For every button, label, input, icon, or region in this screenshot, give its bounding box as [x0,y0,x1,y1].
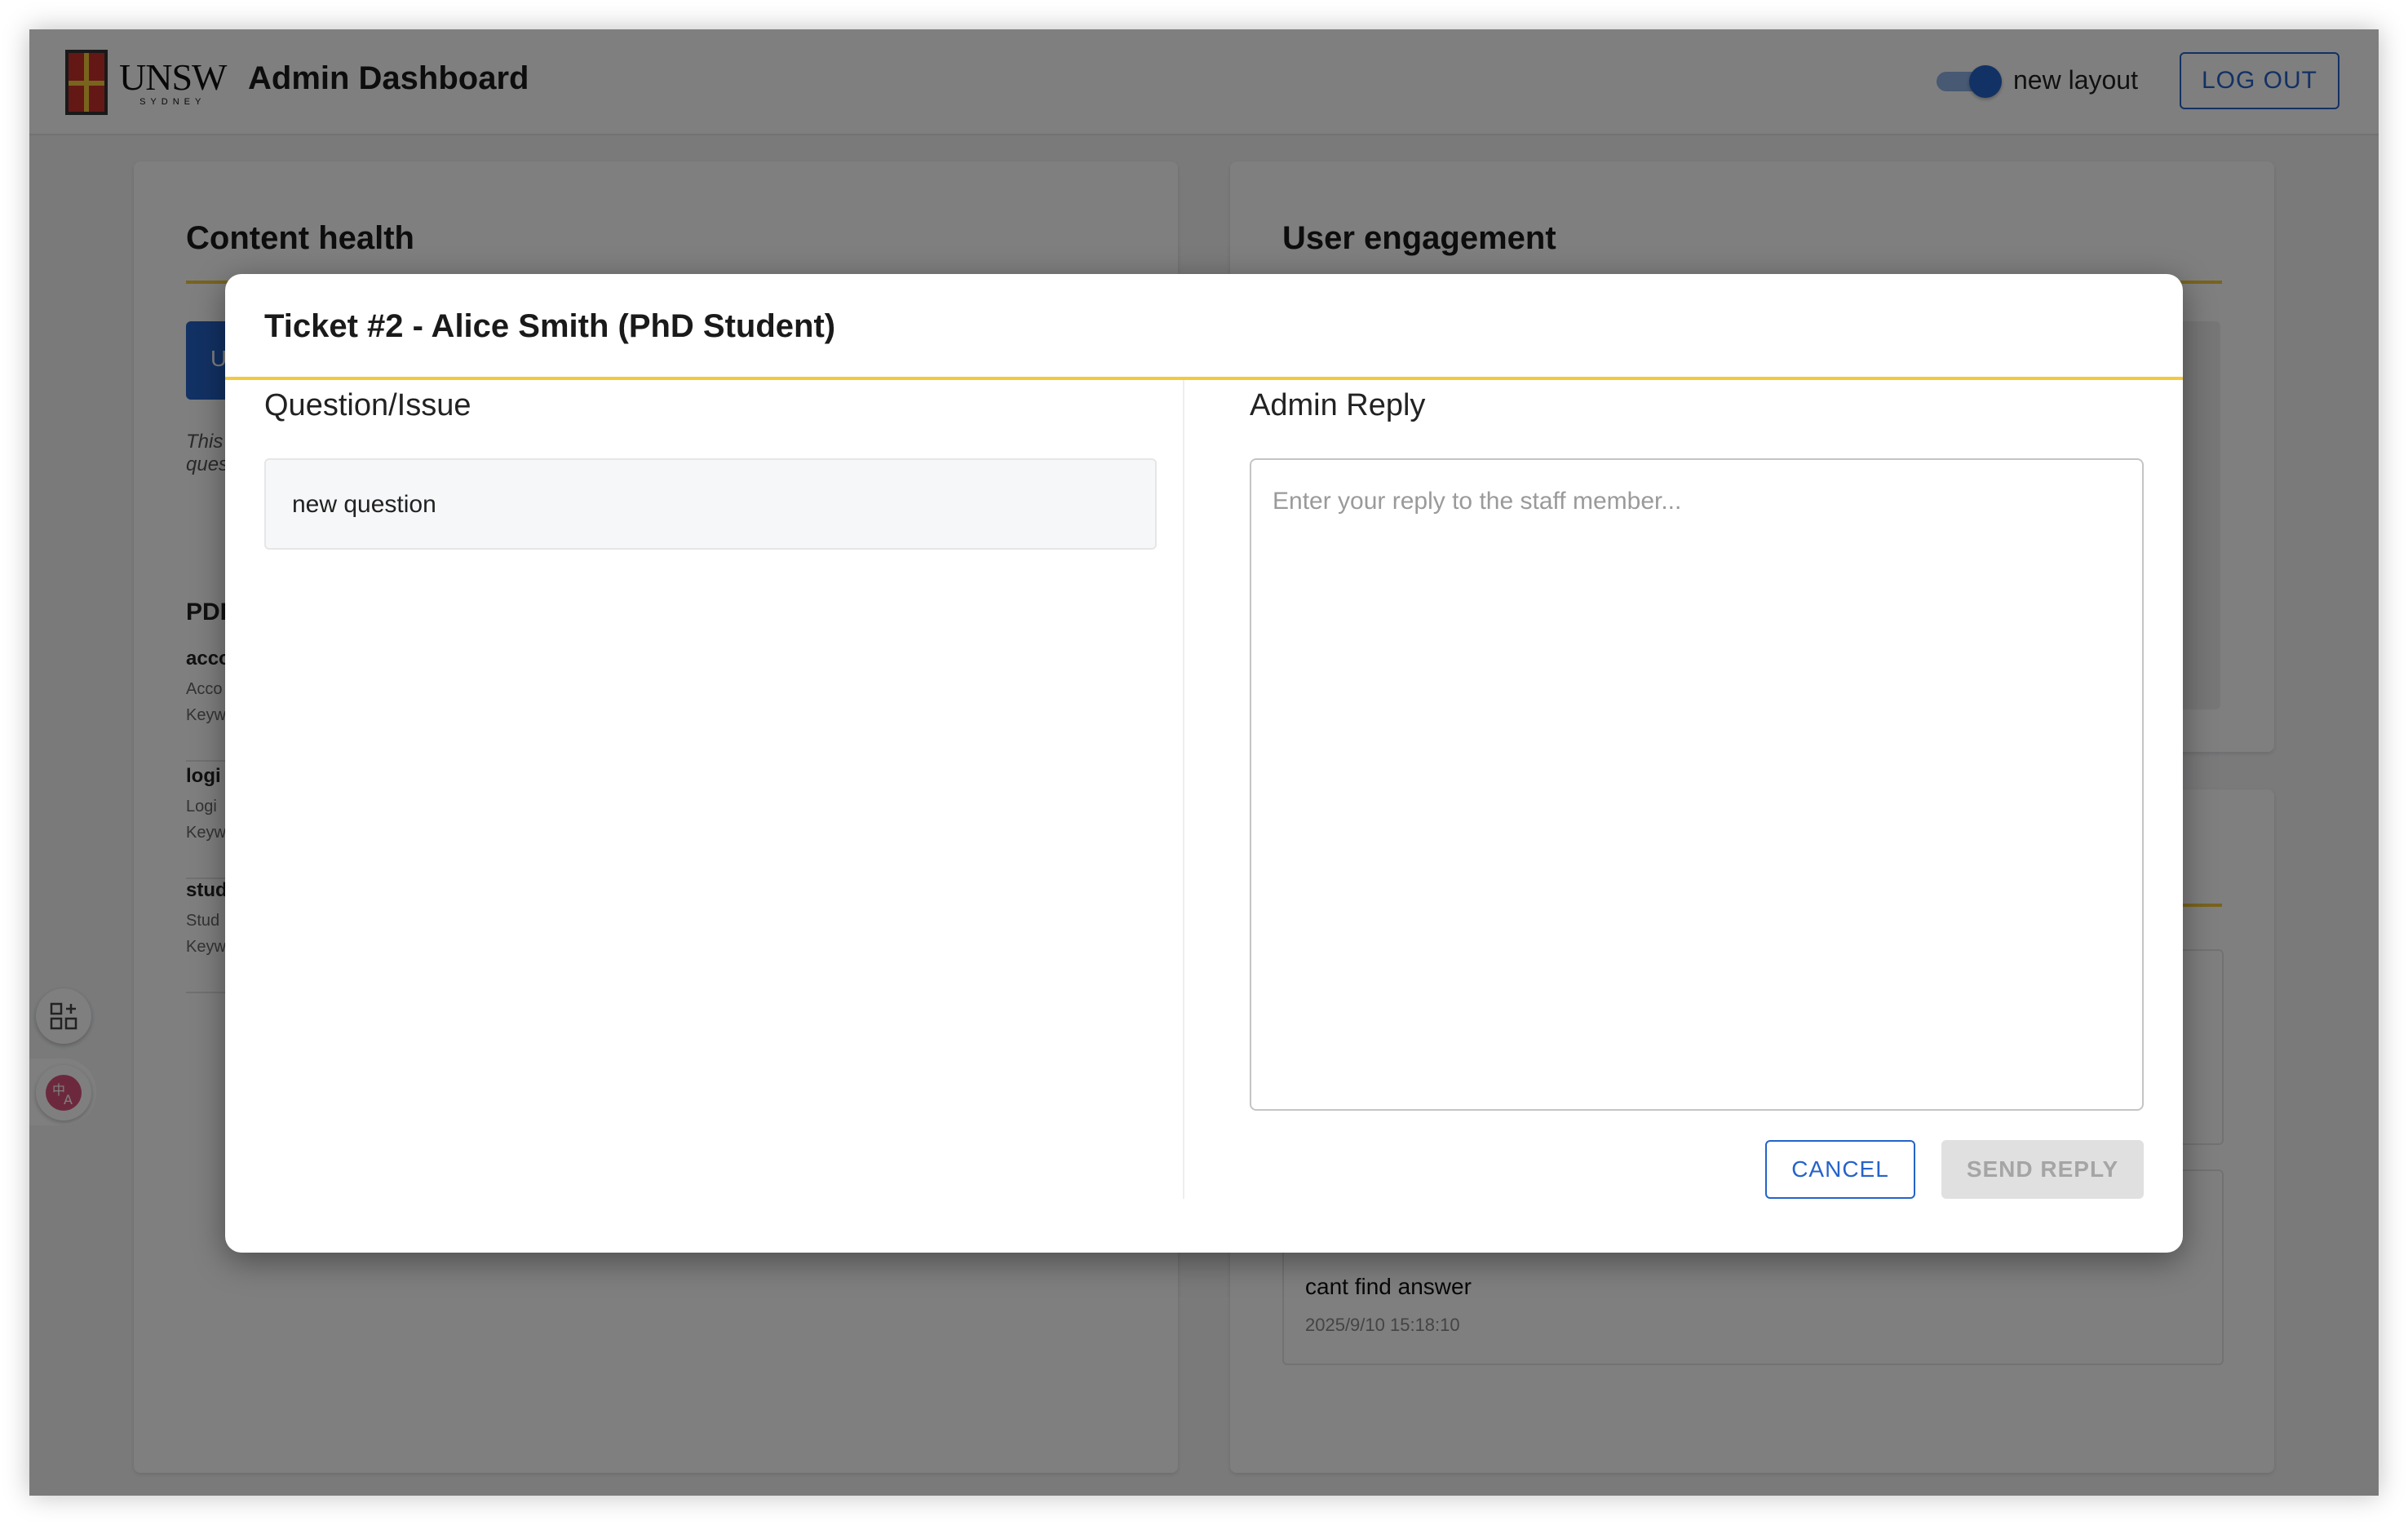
send-reply-button[interactable]: SEND REPLY [1941,1140,2144,1199]
cancel-button[interactable]: CANCEL [1765,1140,1915,1199]
ticket-reply-dialog: Ticket #2 - Alice Smith (PhD Student) Qu… [225,274,2183,1253]
admin-reply-textarea[interactable] [1250,458,2144,1111]
admin-reply-label: Admin Reply [1250,388,1426,422]
app-window: UNSW SYDNEY Admin Dashboard new layout L… [29,29,2379,1496]
dialog-column-divider [1183,380,1184,1199]
question-box: new question [264,458,1157,550]
dialog-title-divider [225,377,2183,380]
question-issue-label: Question/Issue [264,388,471,422]
question-text: new question [292,491,436,518]
dialog-title: Ticket #2 - Alice Smith (PhD Student) [264,308,836,344]
